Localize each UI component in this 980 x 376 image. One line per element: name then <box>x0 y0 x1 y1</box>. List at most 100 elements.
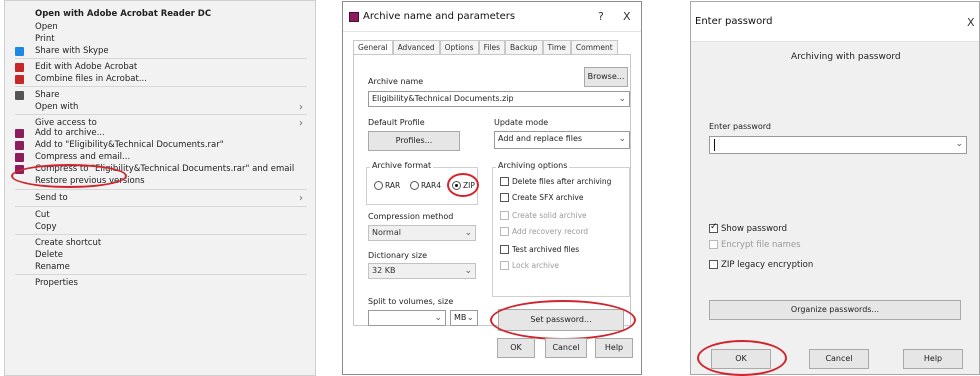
menu-item-label: Add to "Eligibility&Technical Documents.… <box>35 140 224 150</box>
radio-circle <box>452 181 461 190</box>
menu-item-label: Delete <box>35 250 63 260</box>
option-checkbox[interactable]: Test archived files <box>500 245 579 255</box>
tab-strip: General Advanced Options Files Backup Time Com… <box>353 40 618 54</box>
profiles-button[interactable]: Profiles... <box>368 131 460 151</box>
update-mode-select[interactable]: Add and replace files ⌄ <box>494 131 630 149</box>
chevron-down-icon: ⌄ <box>618 134 626 144</box>
menu-item-label: Restore previous versions <box>35 176 145 186</box>
archive-dialog-titlebar: Archive name and parameters ? X <box>343 2 641 32</box>
menu-item-label: Edit with Adobe Acrobat <box>35 62 138 72</box>
default-profile-label: Default Profile <box>368 118 425 127</box>
menu-separator <box>15 274 307 275</box>
organize-passwords-button[interactable]: Organize passwords... <box>709 300 961 320</box>
chevron-down-icon: ⌄ <box>464 228 472 238</box>
password-dialog-title: Enter password <box>695 16 773 27</box>
browse-button[interactable]: Browse... <box>584 67 628 87</box>
menu-item[interactable]: Share with Skype <box>5 45 315 58</box>
set-password-button[interactable]: Set password... <box>498 309 624 331</box>
close-icon[interactable]: X <box>623 10 631 23</box>
winrar-icon <box>15 129 24 138</box>
dictionary-size-label: Dictionary size <box>368 251 428 260</box>
archive-name-label: Archive name <box>368 77 424 86</box>
format-radio-rar4[interactable]: RAR4 <box>410 181 441 191</box>
menu-item[interactable]: Copy <box>5 221 315 234</box>
tab-backup[interactable]: Backup <box>505 40 543 54</box>
format-label: ZIP <box>463 181 475 190</box>
password-input[interactable]: ⌄ <box>709 136 967 154</box>
dictionary-size-value: 32 KB <box>372 266 396 275</box>
menu-item-label: Rename <box>35 262 70 272</box>
chevron-down-icon: ⌄ <box>434 313 442 323</box>
dictionary-size-select[interactable]: 32 KB ⌄ <box>368 263 476 279</box>
enter-password-label: Enter password <box>709 122 771 131</box>
archiving-with-password-heading: Archiving with password <box>791 52 901 62</box>
menu-item[interactable]: Properties <box>5 277 315 290</box>
chevron-down-icon: ⌄ <box>618 94 626 104</box>
checkbox-label: Add recovery record <box>512 227 589 236</box>
password-dialog: Enter password X Archiving with password… <box>690 1 980 376</box>
checkbox-box <box>500 177 509 186</box>
archive-name-combobox[interactable]: Eligibility&Technical Documents.zip ⌄ <box>368 91 630 107</box>
checkbox-box <box>500 193 509 202</box>
checkbox-label: Create SFX archive <box>512 193 584 202</box>
help-icon[interactable]: ? <box>598 10 604 23</box>
checkbox-box <box>500 245 509 254</box>
checkbox-box <box>709 260 718 269</box>
cancel-button[interactable]: Cancel <box>809 349 869 369</box>
checkbox-label: Show password <box>721 224 787 234</box>
checkbox-box <box>709 222 718 233</box>
menu-item-label: Compress and email... <box>35 152 131 162</box>
tab-options[interactable]: Options <box>439 40 479 54</box>
checkbox-label: Lock archive <box>512 261 560 270</box>
compression-method-value: Normal <box>372 228 401 237</box>
format-radio-zip[interactable]: ZIP <box>452 181 475 191</box>
menu-item[interactable]: Send to › <box>5 192 315 205</box>
winrar-icon <box>15 153 24 162</box>
option-checkbox[interactable]: Create SFX archive <box>500 193 583 203</box>
option-checkbox: Create solid archive <box>500 211 587 221</box>
ok-button[interactable]: OK <box>497 338 535 358</box>
split-volumes-label: Split to volumes, size <box>368 297 454 306</box>
help-button[interactable]: Help <box>903 349 963 369</box>
menu-item[interactable]: Open with Adobe Acrobat Reader DC <box>5 8 315 21</box>
option-checkbox: Add recovery record <box>500 227 588 237</box>
split-volumes-combobox[interactable]: ⌄ <box>368 310 446 326</box>
chevron-down-icon: ⌄ <box>955 139 963 149</box>
format-label: RAR4 <box>421 181 442 190</box>
help-button[interactable]: Help <box>595 338 633 358</box>
winrar-icon <box>349 12 359 22</box>
option-checkbox[interactable]: Delete files after archiving <box>500 177 611 187</box>
checkbox-label: Encrypt file names <box>721 240 801 250</box>
menu-item[interactable]: Restore previous versions <box>5 175 315 188</box>
chevron-right-icon: › <box>299 193 303 204</box>
option-checkbox[interactable]: Show password <box>709 222 787 234</box>
close-icon[interactable]: X <box>967 16 975 29</box>
tab-comment[interactable]: Comment <box>570 40 618 54</box>
ok-button[interactable]: OK <box>711 349 771 369</box>
menu-item[interactable]: Combine files in Acrobat... <box>5 73 315 86</box>
menu-item-label: Combine files in Acrobat... <box>35 74 147 84</box>
tab-general[interactable]: General <box>353 40 393 54</box>
checkbox-label: Create solid archive <box>512 211 587 220</box>
menu-item[interactable]: Rename <box>5 261 315 274</box>
compression-method-label: Compression method <box>368 212 454 221</box>
menu-item-label: Send to <box>35 193 68 203</box>
menu-item[interactable]: Open with › <box>5 101 315 114</box>
format-radio-rar[interactable]: RAR <box>374 181 400 191</box>
text-cursor <box>714 139 715 151</box>
update-mode-value: Add and replace files <box>498 134 583 143</box>
tab-time[interactable]: Time <box>542 40 571 54</box>
archive-dialog-body: General Advanced Options Files Backup Time Com… <box>349 40 636 368</box>
tab-advanced[interactable]: Advanced <box>392 40 440 54</box>
menu-item-label: Open <box>35 22 58 32</box>
split-unit-select[interactable]: MB ⌄ <box>450 310 478 326</box>
tab-files[interactable]: Files <box>478 40 506 54</box>
compression-method-select[interactable]: Normal ⌄ <box>368 225 476 241</box>
checkbox-label: ZIP legacy encryption <box>721 260 814 270</box>
cancel-button[interactable]: Cancel <box>545 338 587 358</box>
tab-general-panel: Archive name Browse... Eligibility&Techn… <box>353 54 636 340</box>
option-checkbox[interactable]: ZIP legacy encryption <box>709 260 813 270</box>
menu-item-label: Add to archive... <box>35 128 105 138</box>
update-mode-label: Update mode <box>494 118 549 127</box>
option-checkbox: Lock archive <box>500 261 559 271</box>
